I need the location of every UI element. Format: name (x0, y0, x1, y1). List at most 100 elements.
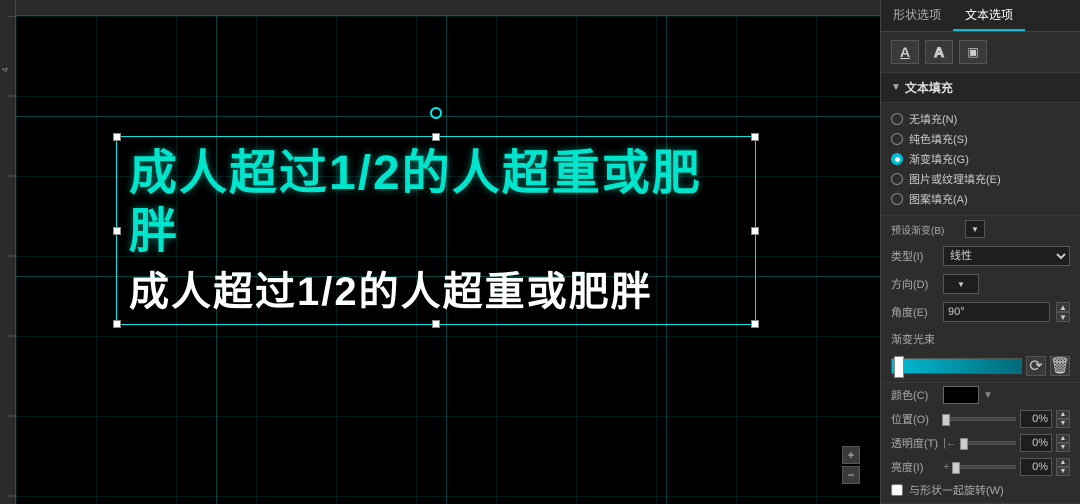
bright-up[interactable]: ▲ (1056, 458, 1070, 467)
position-track[interactable] (943, 417, 1016, 421)
zoom-out-button[interactable]: − (842, 466, 860, 484)
style-icons-bar: A A ▣ (881, 32, 1080, 73)
fill-picture-label: 图片或纹理填充(E) (909, 171, 1001, 187)
zoom-controls: + − (842, 446, 860, 484)
transparency-value[interactable] (1020, 434, 1052, 452)
preset-gradient-row: 预设渐变(B) ▼ (881, 216, 1080, 242)
text-line-1: 成人超过1/2的人超重或肥胖 (117, 137, 755, 264)
text-shadow-icon-btn[interactable]: ▣ (959, 40, 987, 64)
direction-label: 方向(D) (891, 276, 939, 292)
preset-gradient-btn[interactable]: ▼ (965, 220, 985, 238)
position-row: 位置(O) ▲ ▼ (881, 407, 1080, 431)
brightness-value[interactable] (1020, 458, 1052, 476)
color-row: 颜色(C) ▼ (881, 383, 1080, 407)
ruler-top (0, 0, 880, 16)
handle-top-right[interactable] (751, 133, 759, 141)
fill-solid-label: 纯色填充(S) (909, 131, 968, 147)
fill-option-solid[interactable]: 纯色填充(S) (891, 129, 1070, 149)
text-fill-arrow: ▼ (891, 82, 901, 93)
fill-pattern-label: 图案填充(A) (909, 191, 968, 207)
position-handle[interactable] (942, 414, 950, 426)
fill-none-label: 无填充(N) (909, 111, 957, 127)
preset-label: 预设渐变(B) (891, 222, 961, 237)
type-select[interactable]: 线性 射线 矩形 (943, 246, 1070, 266)
text-fill-title: 文本填充 (905, 79, 953, 96)
panel-tabs: 形状选项 文本选项 (881, 0, 1080, 32)
gradient-section: ⟳ 🗑 (881, 350, 1080, 383)
handle-middle-left[interactable] (113, 227, 121, 235)
fill-gradient-label: 渐变填充(G) (909, 151, 969, 167)
color-label: 颜色(C) (891, 387, 939, 403)
fill-option-none[interactable]: 无填充(N) (891, 109, 1070, 129)
position-spinners: ▲ ▼ (1056, 410, 1070, 428)
brightness-label: 亮度(I) (891, 459, 939, 475)
rotation-handle[interactable] (430, 107, 442, 119)
brightness-track[interactable] (953, 465, 1016, 469)
with-shape-row: 与形状一起旋转(W) (881, 479, 1080, 501)
handle-top-left[interactable] (113, 133, 121, 141)
gradient-beam-label-row: 渐变光束 (881, 326, 1080, 350)
canvas-area: 6 8 10 12 14 16 18 20 22 24 26 (0, 0, 880, 504)
gradient-thumb[interactable] (894, 356, 904, 378)
transparency-spinners: ▲ ▼ (1056, 434, 1070, 452)
handle-top-center[interactable] (432, 133, 440, 141)
handle-bottom-left[interactable] (113, 320, 121, 328)
pos-up[interactable]: ▲ (1056, 410, 1070, 419)
transparency-label: 透明度(T) (891, 435, 939, 451)
fill-option-gradient[interactable]: 渐变填充(G) (891, 149, 1070, 169)
angle-row: 角度(E) ▲ ▼ (881, 298, 1080, 326)
transparency-low-icon: |← (943, 437, 957, 449)
radio-gradient (891, 153, 903, 165)
direction-picker[interactable]: ▼ (943, 274, 979, 294)
text-selection-box[interactable]: 成人超过1/2的人超重或肥胖 成人超过1/2的人超重或肥胖 (116, 136, 756, 325)
gradient-beam-label: 渐变光束 (891, 334, 935, 346)
position-value[interactable] (1020, 410, 1052, 428)
brightness-row: 亮度(I) + ▲ ▼ (881, 455, 1080, 479)
radio-none (891, 113, 903, 125)
angle-label: 角度(E) (891, 304, 939, 320)
color-dropdown-btn[interactable]: ▼ (983, 390, 993, 401)
transparency-handle[interactable] (960, 438, 968, 450)
fill-option-pattern[interactable]: 图案填充(A) (891, 189, 1070, 209)
direction-row: 方向(D) ▼ (881, 270, 1080, 298)
tab-shape-options[interactable]: 形状选项 (881, 0, 953, 31)
fill-option-picture[interactable]: 图片或纹理填充(E) (891, 169, 1070, 189)
tab-text-options[interactable]: 文本选项 (953, 0, 1025, 31)
gradient-bar-container: ⟳ 🗑 (891, 356, 1070, 376)
radio-picture (891, 173, 903, 185)
type-row: 类型(I) 线性 射线 矩形 (881, 242, 1080, 270)
position-label: 位置(O) (891, 411, 939, 427)
handle-middle-right[interactable] (751, 227, 759, 235)
pos-down[interactable]: ▼ (1056, 419, 1070, 428)
brightness-handle[interactable] (952, 462, 960, 474)
text-fill-icon-btn[interactable]: A (891, 40, 919, 64)
canvas-grid: 成人超过1/2的人超重或肥胖 成人超过1/2的人超重或肥胖 + − (16, 16, 880, 504)
bright-down[interactable]: ▼ (1056, 467, 1070, 476)
gradient-bar[interactable] (891, 358, 1022, 374)
angle-down[interactable]: ▼ (1056, 312, 1070, 322)
radio-inner (895, 157, 900, 162)
text-line-2: 成人超过1/2的人超重或肥胖 (117, 264, 755, 324)
right-panel: 形状选项 文本选项 A A ▣ ▼ 文本填充 无填充(N) 纯色填充(S) 渐变… (880, 0, 1080, 504)
radio-pattern (891, 193, 903, 205)
angle-up[interactable]: ▲ (1056, 302, 1070, 312)
angle-input[interactable] (943, 302, 1050, 322)
gradient-add-btn[interactable]: ⟳ (1026, 356, 1046, 376)
zoom-in-button[interactable]: + (842, 446, 860, 464)
gradient-remove-btn[interactable]: 🗑 (1050, 356, 1070, 376)
text-fill-section-header[interactable]: ▼ 文本填充 (881, 73, 1080, 103)
type-label: 类型(I) (891, 248, 939, 264)
handle-bottom-right[interactable] (751, 320, 759, 328)
with-shape-label: 与形状一起旋转(W) (909, 482, 1004, 498)
with-shape-checkbox[interactable] (891, 484, 903, 496)
color-swatch[interactable] (943, 386, 979, 404)
handle-bottom-center[interactable] (432, 320, 440, 328)
transparency-row: 透明度(T) |← ▲ ▼ (881, 431, 1080, 455)
brightness-spinners: ▲ ▼ (1056, 458, 1070, 476)
radio-solid (891, 133, 903, 145)
trans-down[interactable]: ▼ (1056, 443, 1070, 452)
text-stroke-icon-btn[interactable]: A (925, 40, 953, 64)
ruler-left: 4 (0, 0, 16, 504)
transparency-track[interactable] (961, 441, 1016, 445)
trans-up[interactable]: ▲ (1056, 434, 1070, 443)
